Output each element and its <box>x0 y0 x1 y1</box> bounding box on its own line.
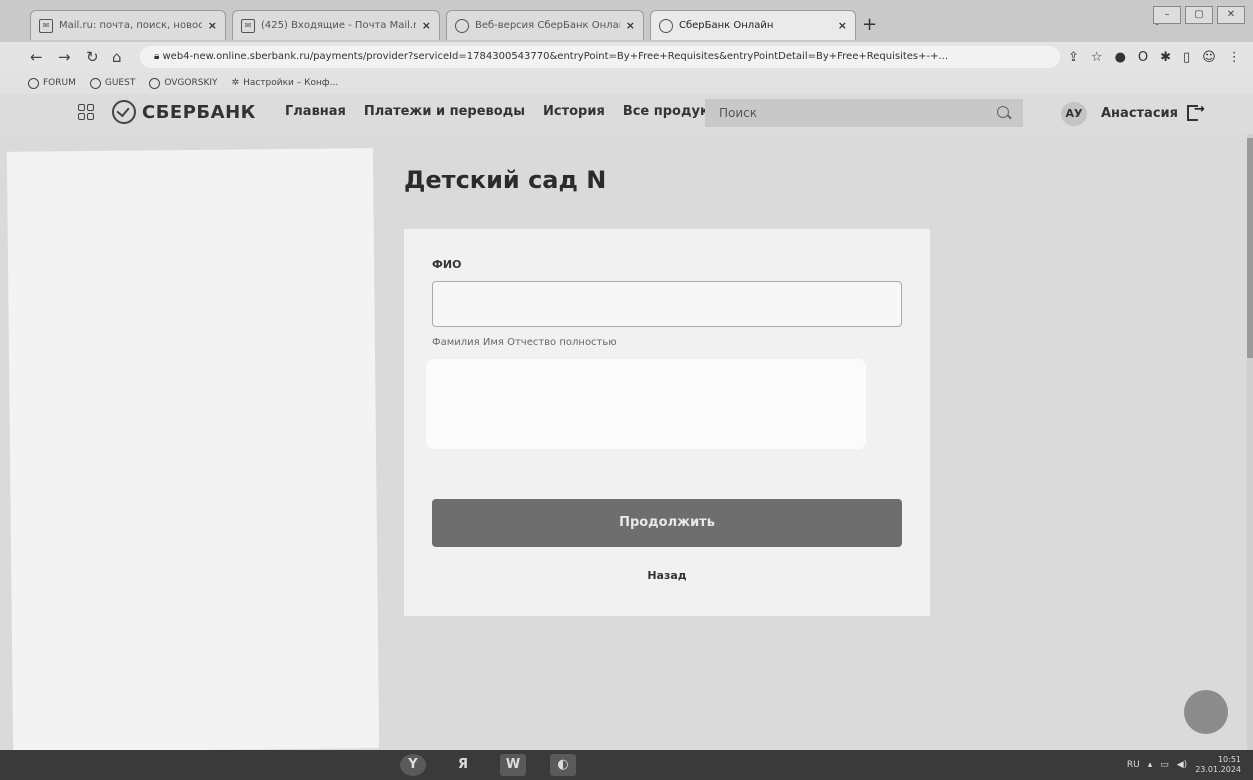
menu-icon[interactable]: ⋮ <box>1228 50 1241 65</box>
search-input[interactable]: Поиск <box>705 99 1023 127</box>
bookmark-forum[interactable]: FORUM <box>28 77 76 89</box>
browser-tabbar: ✉ Mail.ru: почта, поиск, новости ... × ✉… <box>0 0 1253 42</box>
share-icon[interactable]: ⇪ <box>1068 50 1079 65</box>
payment-form: ФИО Фамилия Имя Отчество полностью Продо… <box>404 229 930 616</box>
scrollbar[interactable] <box>1247 134 1253 750</box>
back-link[interactable]: Назад <box>404 569 930 582</box>
maximize-icon[interactable]: ▢ <box>1185 6 1213 24</box>
window-controls: – ▢ ✕ <box>1153 6 1245 24</box>
clock-time: 10:51 <box>1217 755 1241 764</box>
reload-icon[interactable]: ↻ <box>86 48 99 66</box>
nav-payments[interactable]: Платежи и переводы <box>364 104 525 119</box>
scrollbar-thumb[interactable] <box>1247 138 1253 358</box>
fio-label: ФИО <box>432 258 462 271</box>
chat-assistant-button[interactable] <box>1184 690 1228 734</box>
tab-title: (425) Входящие - Почта Mail.ru <box>261 20 416 31</box>
new-tab-icon[interactable]: + <box>862 14 877 35</box>
fio-input[interactable] <box>432 281 902 327</box>
minimize-icon[interactable]: – <box>1153 6 1181 24</box>
globe-icon <box>149 77 161 89</box>
yandex-icon[interactable]: Я <box>450 754 476 776</box>
bookmark-guest[interactable]: GUEST <box>89 77 135 89</box>
browser-tab-4[interactable]: СберБанк Онлайн × <box>650 10 856 40</box>
network-icon[interactable]: ▭ <box>1160 760 1169 770</box>
paper-overlay <box>6 148 380 752</box>
extension-icons: ⇪ ☆ ● O ✱ ▯ ☺ ⋮ <box>1068 50 1241 65</box>
browser-tab-3[interactable]: Веб-версия СберБанк Онлайн ... × <box>446 10 644 40</box>
sber-icon <box>659 18 673 33</box>
close-icon[interactable]: × <box>422 19 431 32</box>
clock[interactable]: 10:51 23.01.2024 <box>1195 755 1241 775</box>
word-icon[interactable]: W <box>500 754 526 776</box>
globe-icon <box>89 77 101 89</box>
close-icon[interactable]: × <box>208 19 217 32</box>
browser-toolbar: ← → ↻ ⌂ 🔒︎ web4-new.online.sberbank.ru/p… <box>0 42 1253 72</box>
chrome-icon[interactable]: ◐ <box>550 754 576 776</box>
tray-arrow-icon[interactable]: ▴ <box>1148 760 1153 770</box>
search-icon[interactable] <box>997 106 1009 118</box>
close-window-icon[interactable]: ✕ <box>1217 6 1245 24</box>
sber-logo-icon <box>112 100 136 124</box>
bookmarks-bar: FORUM GUEST OVGORSKIY ✲ Настройки – Конф.… <box>0 72 1253 94</box>
browser-tab-2[interactable]: ✉ (425) Входящие - Почта Mail.ru × <box>232 10 440 40</box>
browser-tab-1[interactable]: ✉ Mail.ru: почта, поиск, новости ... × <box>30 10 226 40</box>
globe-icon <box>28 77 39 89</box>
close-icon[interactable]: × <box>626 19 635 32</box>
forward-arrow-icon[interactable]: → <box>58 48 71 66</box>
profile-icon[interactable]: ☺ <box>1202 50 1216 65</box>
avatar[interactable]: АУ <box>1061 102 1087 126</box>
clock-date: 23.01.2024 <box>1195 765 1241 774</box>
user-name[interactable]: Анастасия <box>1101 106 1178 121</box>
lock-icon: 🔒︎ <box>154 51 163 62</box>
sber-icon <box>455 18 469 33</box>
main-nav: Главная Платежи и переводы История Все п… <box>285 104 728 119</box>
tab-title: СберБанк Онлайн <box>679 20 774 31</box>
tab-title: Веб-версия СберБанк Онлайн ... <box>475 20 620 31</box>
home-icon[interactable]: ⌂ <box>112 48 122 66</box>
puzzle-icon[interactable]: ✱ <box>1160 50 1171 65</box>
url-text: web4-new.online.sberbank.ru/payments/pro… <box>162 51 949 62</box>
tab-title: Mail.ru: почта, поиск, новости ... <box>59 20 202 31</box>
nav-home[interactable]: Главная <box>285 104 346 119</box>
extension-icon[interactable]: ● <box>1115 50 1126 65</box>
gear-icon: ✲ <box>231 78 240 88</box>
system-tray: RU ▴ ▭ ◀) 10:51 23.01.2024 <box>1127 755 1241 775</box>
language-indicator[interactable]: RU <box>1127 760 1140 770</box>
volume-icon[interactable]: ◀) <box>1177 760 1187 770</box>
mail-icon: ✉ <box>241 18 255 33</box>
apps-grid-icon[interactable] <box>78 104 94 120</box>
opera-icon[interactable]: O <box>1138 50 1148 65</box>
bookmark-settings[interactable]: ✲ Настройки – Конф... <box>232 78 339 88</box>
redacted-area <box>426 359 866 449</box>
bookmark-ovgorskiy[interactable]: OVGORSKIY <box>149 77 218 89</box>
sidebar-icon[interactable]: ▯ <box>1183 50 1190 65</box>
logout-icon[interactable] <box>1187 102 1205 121</box>
page-title: Детский сад N <box>404 166 607 194</box>
back-arrow-icon[interactable]: ← <box>30 48 43 66</box>
os-taskbar: Y Я W ◐ RU ▴ ▭ ◀) 10:51 23.01.2024 <box>0 750 1253 780</box>
yandex-browser-icon[interactable]: Y <box>400 754 426 776</box>
star-icon[interactable]: ☆ <box>1091 50 1103 65</box>
sberbank-logo[interactable]: СБЕРБАНК <box>112 100 256 124</box>
site-header: СБЕРБАНК Главная Платежи и переводы Исто… <box>0 94 1253 134</box>
nav-history[interactable]: История <box>543 104 605 119</box>
fio-hint: Фамилия Имя Отчество полностью <box>432 337 617 348</box>
continue-button[interactable]: Продолжить <box>432 499 902 547</box>
mail-icon: ✉ <box>39 18 53 33</box>
address-bar[interactable]: 🔒︎ web4-new.online.sberbank.ru/payments/… <box>140 46 1060 68</box>
close-icon[interactable]: × <box>838 19 847 32</box>
